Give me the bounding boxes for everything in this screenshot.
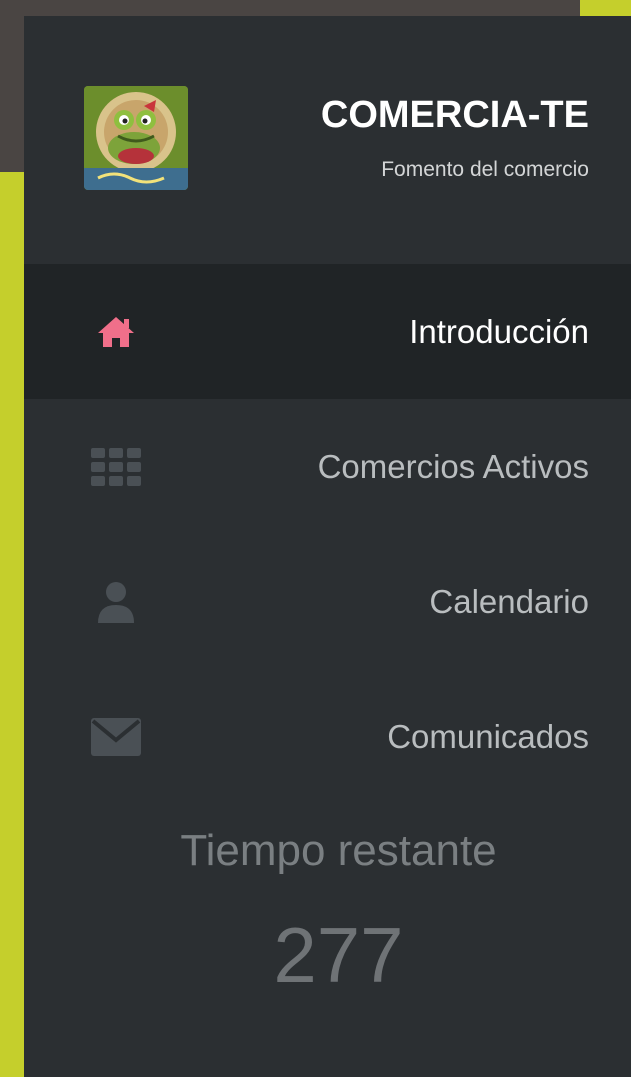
- sidebar-item-comunicados[interactable]: Comunicados: [24, 669, 631, 804]
- sidebar-item-label: Introducción: [409, 312, 589, 350]
- timer-value: 277: [273, 911, 404, 999]
- timer-label: Tiempo restante: [180, 826, 497, 875]
- envelope-icon: [90, 717, 142, 757]
- sidebar-item-introduccion[interactable]: Introducción: [24, 264, 631, 399]
- home-icon: [90, 312, 142, 352]
- sidebar-nav: Introducción Comercios Activos Calendari…: [24, 264, 631, 804]
- frog-mascot-logo[interactable]: [84, 86, 188, 190]
- brand-subtitle: Fomento del comercio: [381, 158, 589, 181]
- sidebar-item-calendario[interactable]: Calendario: [24, 534, 631, 669]
- user-icon: [90, 581, 142, 623]
- sidebar-item-comercios-activos[interactable]: Comercios Activos: [24, 399, 631, 534]
- grid-icon: [90, 447, 142, 487]
- brand-title: COMERCIA-TE: [320, 94, 589, 136]
- sidebar: COMERCIA-TE Fomento del comercio Introdu…: [24, 16, 631, 1077]
- sidebar-item-label: Calendario: [429, 582, 589, 620]
- countdown-timer: Tiempo restante 277: [24, 826, 631, 1001]
- sidebar-item-label: Comunicados: [387, 717, 589, 755]
- sidebar-item-label: Comercios Activos: [317, 447, 589, 485]
- brand-header: COMERCIA-TE Fomento del comercio: [24, 16, 631, 264]
